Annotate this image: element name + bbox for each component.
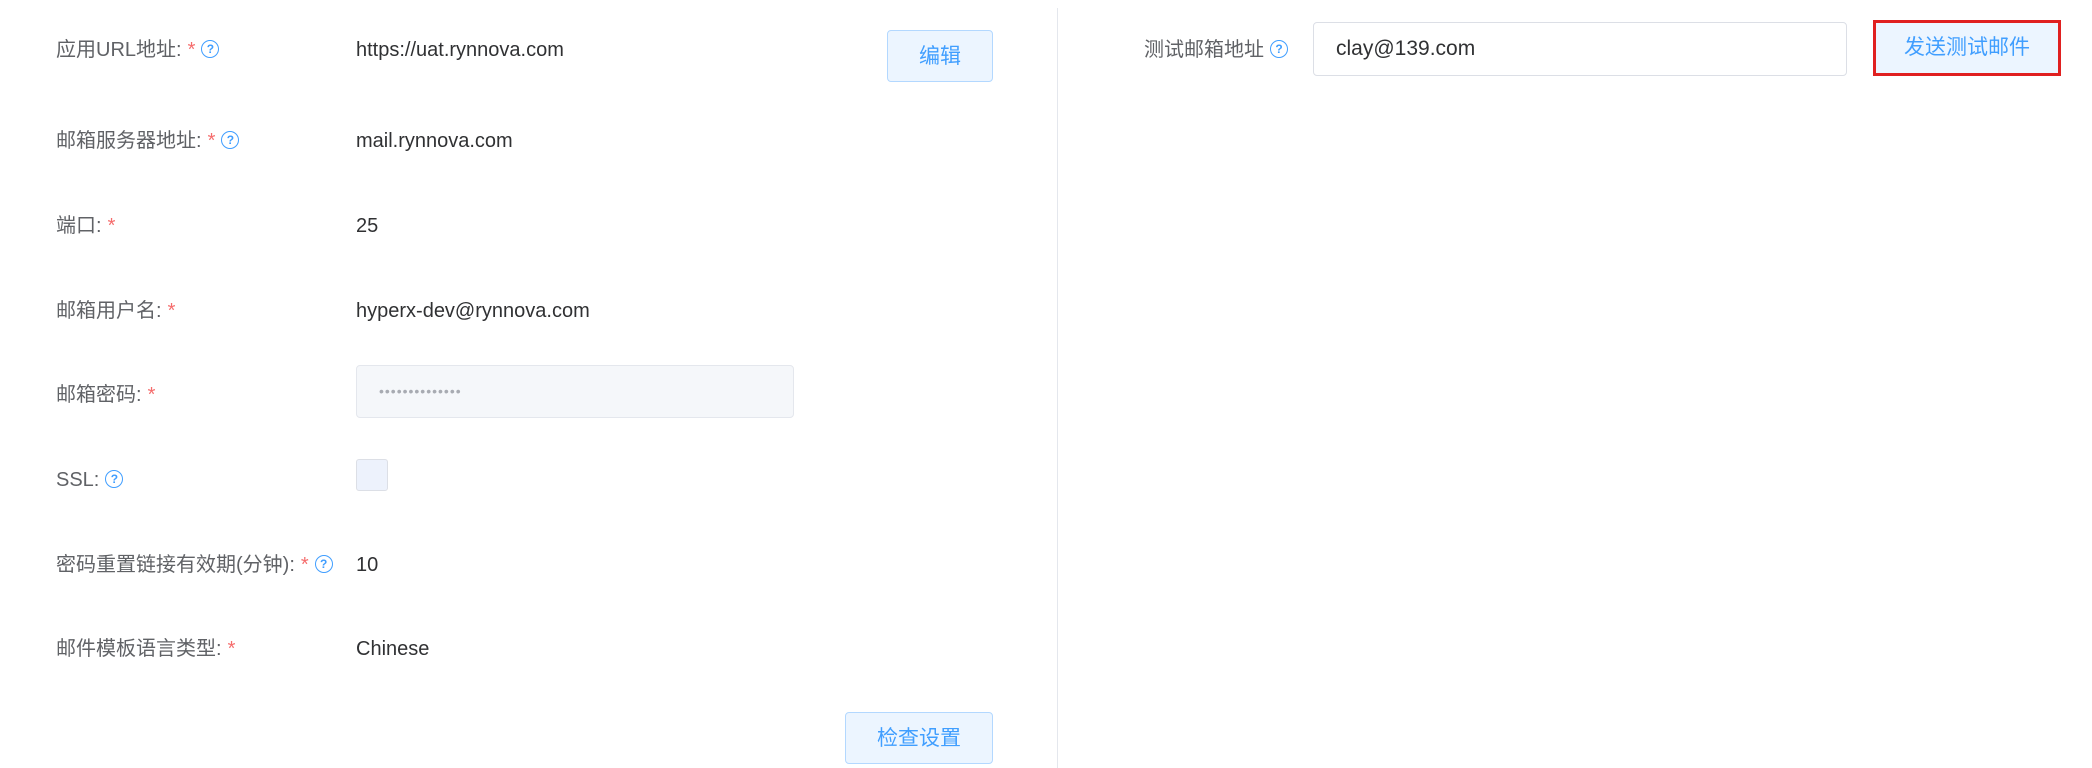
reset-link-validity-label: 密码重置链接有效期(分钟): *? [56,537,333,593]
app-url-label: 应用URL地址: *? [56,22,220,78]
port-label: 端口: * [56,215,116,237]
reset-link-validity-value: 10 [356,554,379,576]
mail-server-value: mail.rynnova.com [356,130,513,152]
required-mark: * [187,39,196,61]
port-row: 端口: * 25 [0,198,1000,254]
required-mark: * [300,554,309,576]
required-mark: * [207,130,216,152]
required-mark: * [227,638,236,660]
ssl-row: SSL:? [0,452,1000,508]
required-mark: * [107,215,116,237]
mail-username-label: 邮箱用户名: * [56,300,176,322]
help-icon[interactable]: ? [1270,39,1288,58]
mail-password-field[interactable]: •••••••••••••• [356,365,794,418]
required-mark: * [167,300,176,322]
help-icon[interactable]: ? [221,130,240,149]
mail-username-row: 邮箱用户名: * hyperx-dev@rynnova.com [0,283,1000,339]
help-icon[interactable]: ? [314,554,333,573]
email-server-settings-panel: 应用URL地址: *? https://uat.rynnova.com 编辑 邮箱… [0,0,1057,768]
send-test-email-highlight: 发送测试邮件 [1873,20,2061,76]
test-email-panel: 测试邮箱地址? clay@139.com 发送测试邮件 [1058,0,2092,768]
template-language-label: 邮件模板语言类型: * [56,638,236,660]
help-icon[interactable]: ? [201,39,220,58]
app-url-value: https://uat.rynnova.com [356,39,564,61]
edit-button[interactable]: 编辑 [887,30,993,82]
test-email-input[interactable]: clay@139.com [1313,22,1847,76]
template-language-value: Chinese [356,638,430,660]
ssl-checkbox[interactable] [356,459,388,491]
test-email-label: 测试邮箱地址? [1144,22,1288,78]
reset-link-validity-row: 密码重置链接有效期(分钟): *? 10 [0,537,1000,593]
send-test-email-button[interactable]: 发送测试邮件 [1876,23,2058,73]
port-value: 25 [356,215,379,237]
template-language-row: 邮件模板语言类型: * Chinese [0,621,1000,677]
help-icon[interactable]: ? [105,469,124,488]
mail-password-label: 邮箱密码: * [56,384,156,406]
required-mark: * [147,384,156,406]
check-settings-button[interactable]: 检查设置 [845,712,993,764]
app-url-row: 应用URL地址: *? https://uat.rynnova.com [0,22,1000,78]
mail-username-value: hyperx-dev@rynnova.com [356,300,590,322]
mail-server-row: 邮箱服务器地址: *? mail.rynnova.com [0,113,1000,169]
email-settings-page: 应用URL地址: *? https://uat.rynnova.com 编辑 邮箱… [0,0,2092,768]
ssl-label: SSL:? [56,452,124,508]
mail-server-label: 邮箱服务器地址: *? [56,113,240,169]
